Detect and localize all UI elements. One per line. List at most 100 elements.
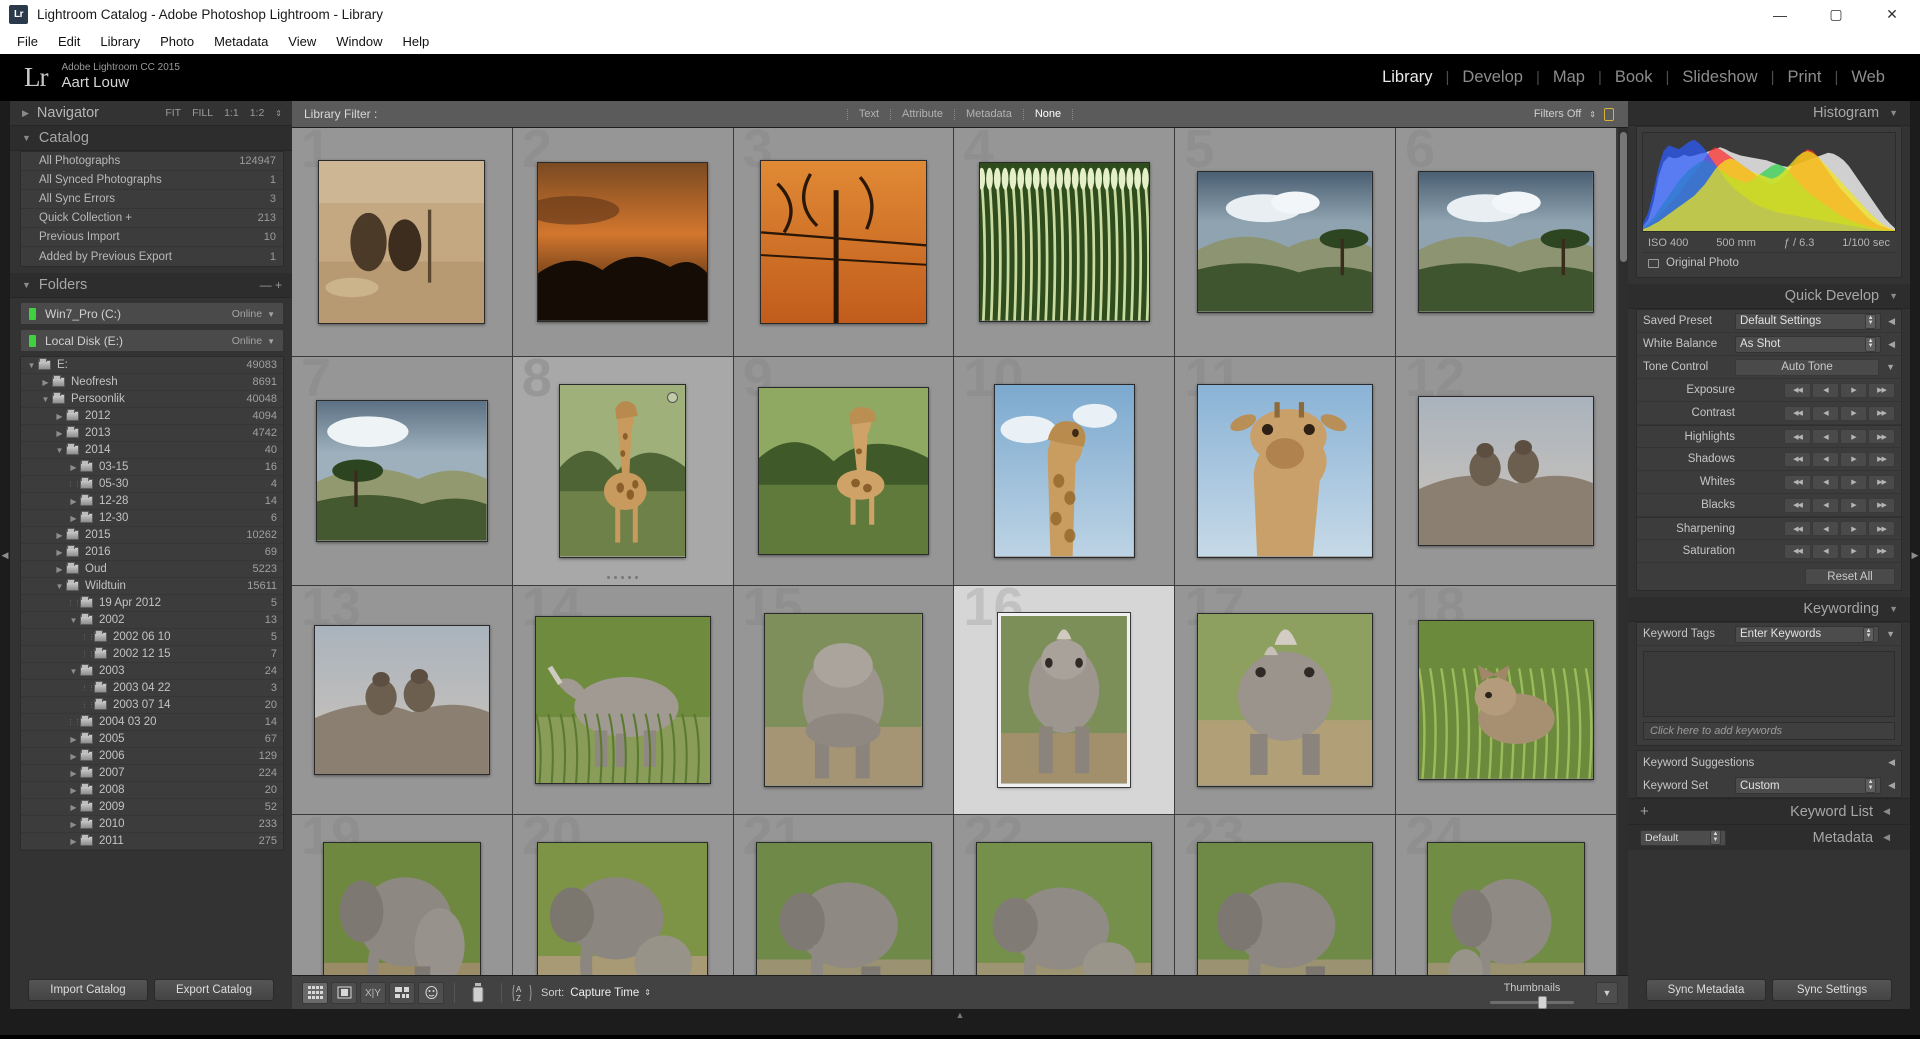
painter-tool-button[interactable]: [465, 982, 491, 1004]
menu-photo[interactable]: Photo: [150, 32, 204, 51]
thumbnail-image[interactable]: [994, 384, 1135, 558]
increase-small-button[interactable]: ▶: [1840, 521, 1867, 536]
thumbnail-cell[interactable]: 10: [954, 351, 1176, 586]
chevron-right-icon[interactable]: ▶: [53, 531, 66, 540]
zoom-fit[interactable]: FIT: [165, 107, 181, 119]
chevron-down-icon[interactable]: ▼: [267, 337, 275, 346]
keywording-header[interactable]: Keywording ▼: [1628, 597, 1910, 622]
module-map[interactable]: Map: [1540, 68, 1598, 87]
thumbnail-cell[interactable]: 9: [733, 351, 955, 586]
thumbnail-image[interactable]: [537, 162, 709, 322]
thumbnail-image[interactable]: [1426, 842, 1586, 975]
menu-library[interactable]: Library: [90, 32, 150, 51]
thumbnail-image[interactable]: [1197, 842, 1374, 975]
chevron-right-icon[interactable]: ▶: [67, 752, 80, 761]
sort-stepper-icon[interactable]: ⇕: [644, 988, 651, 997]
metadata-header[interactable]: Default ▲ ▼ Metadata ◀: [1628, 824, 1910, 850]
chevron-down-icon[interactable]: ▼: [39, 395, 52, 404]
catalog-item[interactable]: All Sync Errors 3: [21, 190, 283, 209]
chevron-down-icon[interactable]: ▼: [67, 616, 80, 625]
increase-large-button[interactable]: ▶▶: [1868, 474, 1895, 490]
stepper-icon[interactable]: ▲ ▼: [1865, 313, 1877, 329]
catalog-item[interactable]: Previous Import 10: [21, 228, 283, 247]
increase-large-button[interactable]: ▶▶: [1868, 543, 1895, 559]
right-panel-arrow-icon[interactable]: ▶: [1910, 532, 1920, 578]
chevron-left-icon[interactable]: ◀: [1888, 316, 1895, 327]
chevron-right-icon[interactable]: ▶: [53, 412, 66, 421]
chevron-down-icon[interactable]: ▼: [1886, 629, 1895, 639]
chevron-right-icon[interactable]: ▶: [67, 497, 80, 506]
folder-tree-node[interactable]: ⋮⋮ 2002 12 15 7: [21, 646, 283, 663]
decrease-large-button[interactable]: ◀◀: [1784, 543, 1811, 559]
folder-tree-node[interactable]: ⋮⋮ 05-30 4: [21, 476, 283, 493]
chevron-right-icon[interactable]: ▶: [67, 803, 80, 812]
menu-file[interactable]: File: [7, 32, 48, 51]
catalog-item[interactable]: All Synced Photographs 1: [21, 171, 283, 190]
folder-tree-node[interactable]: ⋮⋮ 2004 03 20 14: [21, 714, 283, 731]
compare-view-button[interactable]: X|Y: [360, 981, 386, 1004]
chevron-right-icon[interactable]: ▶: [67, 514, 80, 523]
plus-icon[interactable]: +: [1640, 803, 1649, 820]
folder-tree-node[interactable]: ⋮⋮ 2002 06 10 5: [21, 629, 283, 646]
thumbnail-cell[interactable]: 8: [512, 351, 734, 586]
decrease-small-button[interactable]: ◀: [1812, 451, 1839, 467]
auto-tone-button[interactable]: Auto Tone: [1735, 358, 1880, 376]
folder-tree-node[interactable]: ▶ 2012 4094: [21, 408, 283, 425]
catalog-item[interactable]: Added by Previous Export 1: [21, 247, 283, 266]
chevron-down-icon[interactable]: ▼: [1886, 362, 1895, 372]
catalog-item[interactable]: All Photographs 124947: [21, 152, 283, 171]
zoom-fill[interactable]: FILL: [192, 107, 213, 119]
increase-small-button[interactable]: ▶: [1840, 543, 1867, 559]
keyword-list-header[interactable]: + Keyword List ◀: [1628, 798, 1910, 824]
module-book[interactable]: Book: [1602, 68, 1666, 87]
thumbnail-image[interactable]: [534, 615, 711, 785]
stepper-icon[interactable]: ▲ ▼: [1863, 626, 1875, 642]
thumbnail-cell[interactable]: 17: [1175, 580, 1397, 815]
chevron-left-icon[interactable]: ◀: [1888, 757, 1895, 768]
folder-tree-node[interactable]: ▶ 2006 129: [21, 748, 283, 765]
thumbnail-image[interactable]: [316, 400, 488, 542]
folder-drive[interactable]: Local Disk (E:) Online ▼: [20, 329, 284, 352]
chevron-down-icon[interactable]: ▼: [67, 667, 80, 676]
increase-large-button[interactable]: ▶▶: [1868, 382, 1895, 398]
chevron-right-icon[interactable]: ▶: [67, 769, 80, 778]
thumbnail-cell[interactable]: 14: [512, 580, 734, 815]
grid-scrollbar[interactable]: [1617, 128, 1628, 975]
thumbnail-rating-dots[interactable]: [513, 576, 733, 579]
navigator-header[interactable]: ▶ Navigator FIT FILL 1:1 1:2 ⇕: [10, 101, 292, 126]
sync-settings-button[interactable]: Sync Settings: [1772, 979, 1892, 1001]
thumbnail-image[interactable]: [1418, 171, 1594, 313]
increase-small-button[interactable]: ▶: [1840, 429, 1867, 444]
decrease-large-button[interactable]: ◀◀: [1784, 429, 1811, 444]
export-catalog-button[interactable]: Export Catalog: [154, 979, 274, 1001]
decrease-small-button[interactable]: ◀: [1812, 405, 1839, 421]
white-balance-select[interactable]: As Shot ▲ ▼: [1735, 335, 1882, 353]
slider-track[interactable]: [1490, 995, 1574, 1009]
decrease-small-button[interactable]: ◀: [1812, 543, 1839, 559]
filter-tab-text[interactable]: Text: [848, 108, 890, 120]
quick-develop-header[interactable]: Quick Develop ▼: [1628, 284, 1910, 309]
keyword-set-select[interactable]: Custom ▲ ▼: [1735, 777, 1882, 794]
decrease-large-button[interactable]: ◀◀: [1784, 382, 1811, 398]
sort-value[interactable]: Capture Time: [570, 987, 639, 999]
chevron-down-icon[interactable]: ▼: [25, 361, 38, 370]
thumbnail-image[interactable]: [537, 842, 709, 975]
folder-tree-node[interactable]: ▶ 2008 20: [21, 782, 283, 799]
thumbnail-image[interactable]: [318, 159, 486, 325]
grid-scrollbar-thumb[interactable]: [1620, 132, 1627, 262]
left-panel-arrow-icon[interactable]: ◀: [0, 532, 10, 578]
folder-tree-node[interactable]: ▶ 2013 4742: [21, 425, 283, 442]
filter-tab-metadata[interactable]: Metadata: [955, 108, 1023, 120]
thumbnail-cell[interactable]: 7: [292, 351, 513, 586]
thumbnail-cell[interactable]: 15: [733, 580, 955, 815]
folder-tree-node[interactable]: ▶ 2009 52: [21, 799, 283, 816]
folder-tree-node[interactable]: ⋮⋮ 2003 07 14 20: [21, 697, 283, 714]
folder-tree-node[interactable]: ▼ 2003 24: [21, 663, 283, 680]
folder-tree-node[interactable]: ▶ 2005 67: [21, 731, 283, 748]
minimize-button[interactable]: —: [1752, 0, 1808, 29]
folders-add-remove-icons[interactable]: — +: [260, 278, 292, 292]
menu-metadata[interactable]: Metadata: [204, 32, 278, 51]
increase-small-button[interactable]: ▶: [1840, 405, 1867, 421]
original-photo-toggle[interactable]: Original Photo: [1642, 252, 1896, 272]
thumbnail-image[interactable]: [313, 624, 490, 776]
